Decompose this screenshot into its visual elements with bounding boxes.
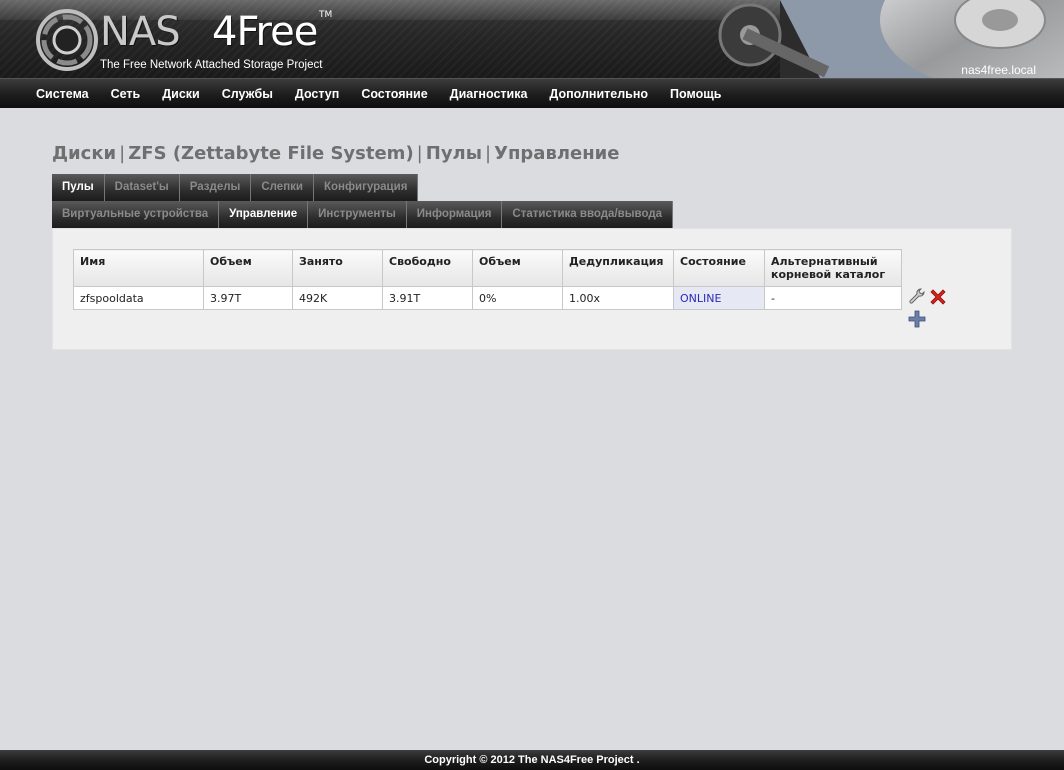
- cell-altroot: -: [764, 286, 902, 310]
- content-panel: Имя Объем Занято Свободно Объем Дедуплик…: [52, 228, 1012, 350]
- column-header-used: Занято: [292, 249, 383, 287]
- cell-free: 3.91T: [382, 286, 473, 310]
- tab-pools[interactable]: Пулы: [52, 174, 105, 201]
- page-title: Диски | ZFS (Zettabyte File System) | Пулы | У…: [52, 143, 619, 164]
- logo-text-nas: NAS: [100, 9, 181, 55]
- nav-item-diagnostics[interactable]: Диагностика: [439, 79, 539, 109]
- cell-size: 3.97T: [203, 286, 293, 310]
- tab-row-secondary: Виртуальные устройства Управление Инстру…: [52, 201, 674, 229]
- cell-dedup: 1.00x: [562, 286, 674, 310]
- tab-configuration[interactable]: Конфигурация: [313, 174, 419, 201]
- cell-capacity: 0%: [472, 286, 563, 310]
- cell-name: zfspooldata: [73, 286, 204, 310]
- nav-item-network[interactable]: Сеть: [100, 79, 152, 109]
- table-header-row: Имя Объем Занято Свободно Объем Дедуплик…: [73, 249, 902, 287]
- tab-io-statistics[interactable]: Статистика ввода/вывода: [502, 201, 674, 228]
- tab-information[interactable]: Информация: [406, 201, 503, 228]
- column-header-free: Свободно: [382, 249, 473, 287]
- breadcrumb-separator: |: [485, 143, 492, 164]
- column-header-name: Имя: [73, 249, 204, 287]
- cell-used: 492K: [292, 286, 383, 310]
- logo-text-free: 4Free: [212, 9, 318, 55]
- tab-virtual-devices[interactable]: Виртуальные устройства: [52, 201, 220, 228]
- nav-item-services[interactable]: Службы: [211, 79, 284, 109]
- delete-x-icon[interactable]: [928, 287, 948, 307]
- cell-status: ONLINE: [673, 286, 765, 310]
- logo-ring-icon: [36, 9, 98, 71]
- main-nav: Система Сеть Диски Службы Доступ Состоян…: [0, 78, 1064, 108]
- wrench-icon[interactable]: [907, 287, 927, 307]
- nav-item-access[interactable]: Доступ: [284, 79, 350, 109]
- logo-tagline: The Free Network Attached Storage Projec…: [100, 59, 323, 71]
- add-plus-icon[interactable]: [907, 309, 927, 329]
- column-header-status: Состояние: [673, 249, 765, 287]
- hostname-label: nas4free.local: [961, 63, 1036, 77]
- breadcrumb-pools[interactable]: Пулы: [426, 143, 482, 164]
- tab-management[interactable]: Управление: [219, 201, 309, 228]
- nav-item-disks[interactable]: Диски: [151, 79, 210, 109]
- nav-item-status[interactable]: Состояние: [350, 79, 438, 109]
- breadcrumb-zfs[interactable]: ZFS (Zettabyte File System): [128, 143, 413, 164]
- column-header-size: Объем: [203, 249, 293, 287]
- nav-item-advanced[interactable]: Дополнительно: [538, 79, 659, 109]
- pool-table: Имя Объем Занято Свободно Объем Дедуплик…: [73, 249, 902, 310]
- tab-datasets[interactable]: Dataset'ы: [104, 174, 180, 201]
- breadcrumb-separator: |: [416, 143, 423, 164]
- column-header-capacity: Объем: [472, 249, 563, 287]
- tab-tools[interactable]: Инструменты: [308, 201, 407, 228]
- tab-snapshots[interactable]: Слепки: [251, 174, 314, 201]
- breadcrumb-management: Управление: [494, 143, 620, 164]
- tab-row-primary: Пулы Dataset'ы Разделы Слепки Конфигурац…: [52, 174, 419, 202]
- breadcrumb-disks[interactable]: Диски: [52, 143, 116, 164]
- logo-trademark: TM: [319, 10, 333, 20]
- column-header-dedup: Дедупликация: [562, 249, 674, 287]
- nav-item-system[interactable]: Система: [25, 79, 100, 109]
- nav-item-help[interactable]: Помощь: [659, 79, 732, 109]
- breadcrumb-separator: |: [119, 143, 126, 164]
- column-header-altroot: Альтернативный корневой каталог: [764, 249, 902, 287]
- tab-volumes[interactable]: Разделы: [179, 174, 252, 201]
- footer: Copyright © 2012 The NAS4Free Project .: [0, 750, 1064, 770]
- header-banner: NAS 4Free TM The Free Network Attached S…: [0, 0, 1064, 78]
- row-actions: [907, 287, 951, 331]
- table-row: zfspooldata 3.97T 492K 3.91T 0% 1.00x ON…: [73, 286, 902, 310]
